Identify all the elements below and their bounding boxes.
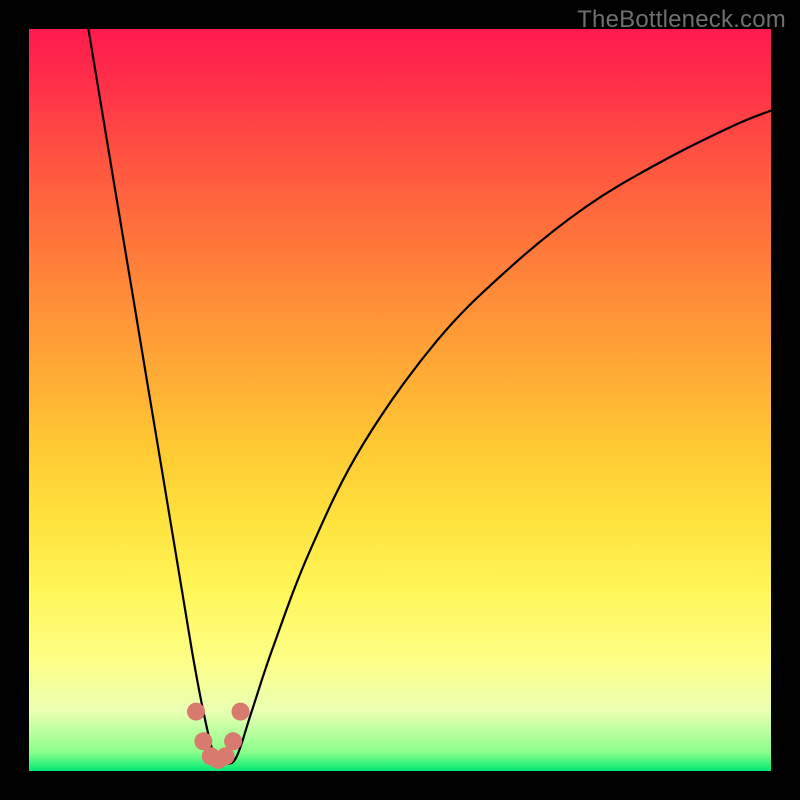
plot-area	[29, 29, 771, 771]
highlight-dot	[187, 703, 205, 721]
bottleneck-curve	[29, 29, 771, 771]
chart-frame: TheBottleneck.com	[0, 0, 800, 800]
curve-path	[88, 29, 771, 764]
highlight-dots	[187, 703, 250, 769]
highlight-dot	[232, 703, 250, 721]
watermark-text: TheBottleneck.com	[577, 6, 786, 34]
highlight-dot	[224, 732, 242, 750]
